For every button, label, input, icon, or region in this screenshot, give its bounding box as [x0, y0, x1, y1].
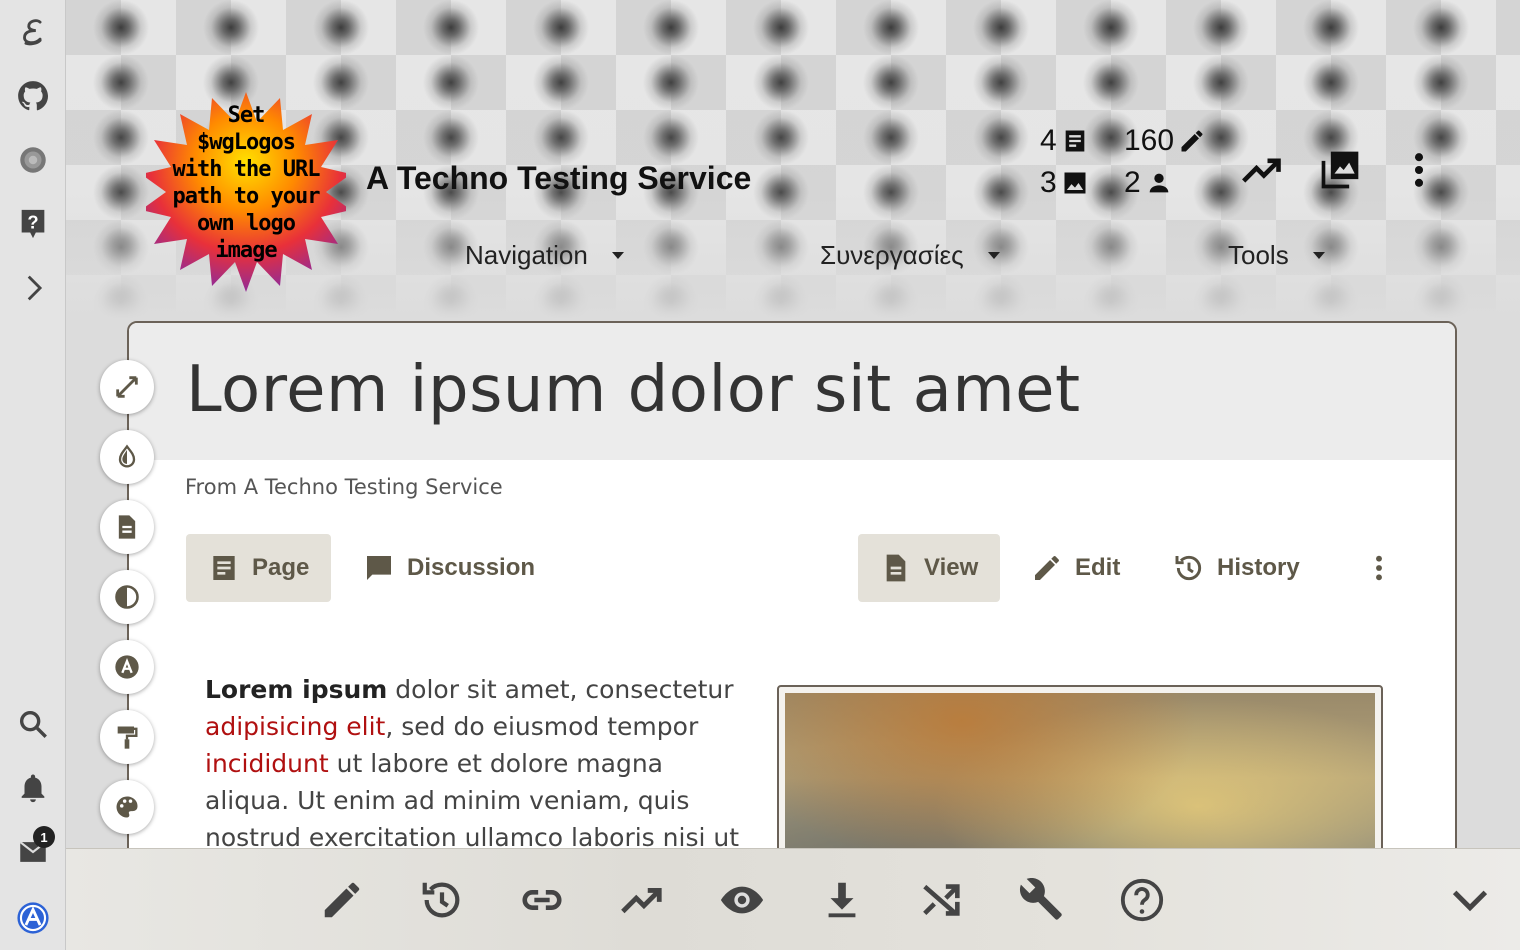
history-icon — [1175, 555, 1202, 581]
palette-icon[interactable] — [100, 780, 154, 834]
tab-history[interactable]: History — [1151, 534, 1322, 602]
articles-count[interactable]: 4 — [1040, 124, 1089, 158]
image-icon — [1064, 172, 1086, 194]
users-count[interactable]: 2 — [1124, 166, 1173, 200]
caret-down-icon — [987, 252, 1000, 259]
link-icon[interactable] — [517, 875, 567, 925]
caret-down-icon — [1312, 252, 1325, 259]
app-a-icon[interactable] — [13, 898, 53, 938]
trending-icon[interactable] — [617, 875, 667, 925]
font-icon[interactable] — [100, 640, 154, 694]
download-icon[interactable] — [817, 875, 867, 925]
images-count[interactable]: 3 — [1040, 166, 1089, 200]
site-subtitle: From A Techno Testing Service — [185, 475, 503, 499]
script-e-icon[interactable] — [13, 12, 53, 52]
search-icon[interactable] — [13, 704, 53, 744]
trending-icon[interactable] — [1240, 148, 1284, 196]
tab-view[interactable]: View — [858, 534, 1001, 602]
tab-edit[interactable]: Edit — [1009, 534, 1142, 602]
history-icon[interactable] — [417, 875, 467, 925]
watch-icon[interactable] — [717, 875, 767, 925]
wrench-icon[interactable] — [1017, 875, 1067, 925]
media-gallery-icon[interactable] — [1318, 148, 1362, 196]
page-header: Lorem ipsum dolor sit amet — [129, 323, 1455, 460]
help-icon[interactable]: ? — [13, 204, 53, 244]
chevron-right-icon[interactable] — [13, 268, 53, 308]
user-icon — [1149, 173, 1169, 193]
bottom-toolbar — [66, 848, 1520, 950]
gear-icon[interactable] — [13, 140, 53, 180]
edits-count[interactable]: 160 — [1124, 124, 1206, 158]
mail-badge: 1 — [33, 826, 55, 848]
bell-icon[interactable] — [13, 768, 53, 808]
help-icon[interactable] — [1117, 875, 1167, 925]
contrast-icon[interactable] — [100, 570, 154, 624]
collapse-icon[interactable] — [1445, 875, 1495, 925]
left-rail: ? 1 — [0, 0, 66, 950]
content-link[interactable]: adipisicing elit — [205, 712, 385, 741]
nav-tools[interactable]: Tools — [1228, 240, 1325, 271]
site-logo[interactable]: Set $wgLogos with the URL path to your o… — [146, 92, 346, 292]
text-run: dolor sit amet, consectetur — [387, 675, 734, 704]
page-icon — [213, 556, 235, 580]
content-link[interactable]: incididunt — [205, 749, 329, 778]
document-icon[interactable] — [100, 500, 154, 554]
logo-text: Set $wgLogos with the URL path to your o… — [172, 103, 321, 263]
page-title: Lorem ipsum dolor sit amet — [186, 353, 1081, 427]
article-icon — [1065, 130, 1085, 152]
document-icon — [886, 554, 906, 582]
bold-term: Lorem ipsum — [205, 675, 388, 704]
nav-collaborations[interactable]: Συνεργασίες — [820, 240, 1000, 271]
github-icon[interactable] — [13, 76, 53, 116]
edit-icon — [1035, 556, 1059, 580]
discussion-icon — [367, 556, 391, 580]
site-title[interactable]: A Techno Testing Service — [366, 160, 751, 197]
mail-icon[interactable]: 1 — [13, 826, 55, 872]
pencil-icon — [1181, 130, 1203, 152]
page-more-icon[interactable] — [1341, 534, 1417, 602]
paint-roller-icon[interactable] — [100, 710, 154, 764]
tab-discussion[interactable]: Discussion — [341, 534, 557, 602]
edit-icon[interactable] — [317, 875, 367, 925]
text-run: , sed do eiusmod tempor — [385, 712, 699, 741]
more-vertical-icon[interactable] — [1397, 148, 1441, 196]
nav-navigation[interactable]: Navigation — [465, 240, 624, 271]
svg-text:?: ? — [27, 211, 38, 232]
expand-icon[interactable] — [100, 360, 154, 414]
drop-icon[interactable] — [100, 430, 154, 484]
random-icon[interactable] — [917, 875, 967, 925]
tab-page[interactable]: Page — [186, 534, 332, 602]
caret-down-icon — [611, 252, 624, 259]
